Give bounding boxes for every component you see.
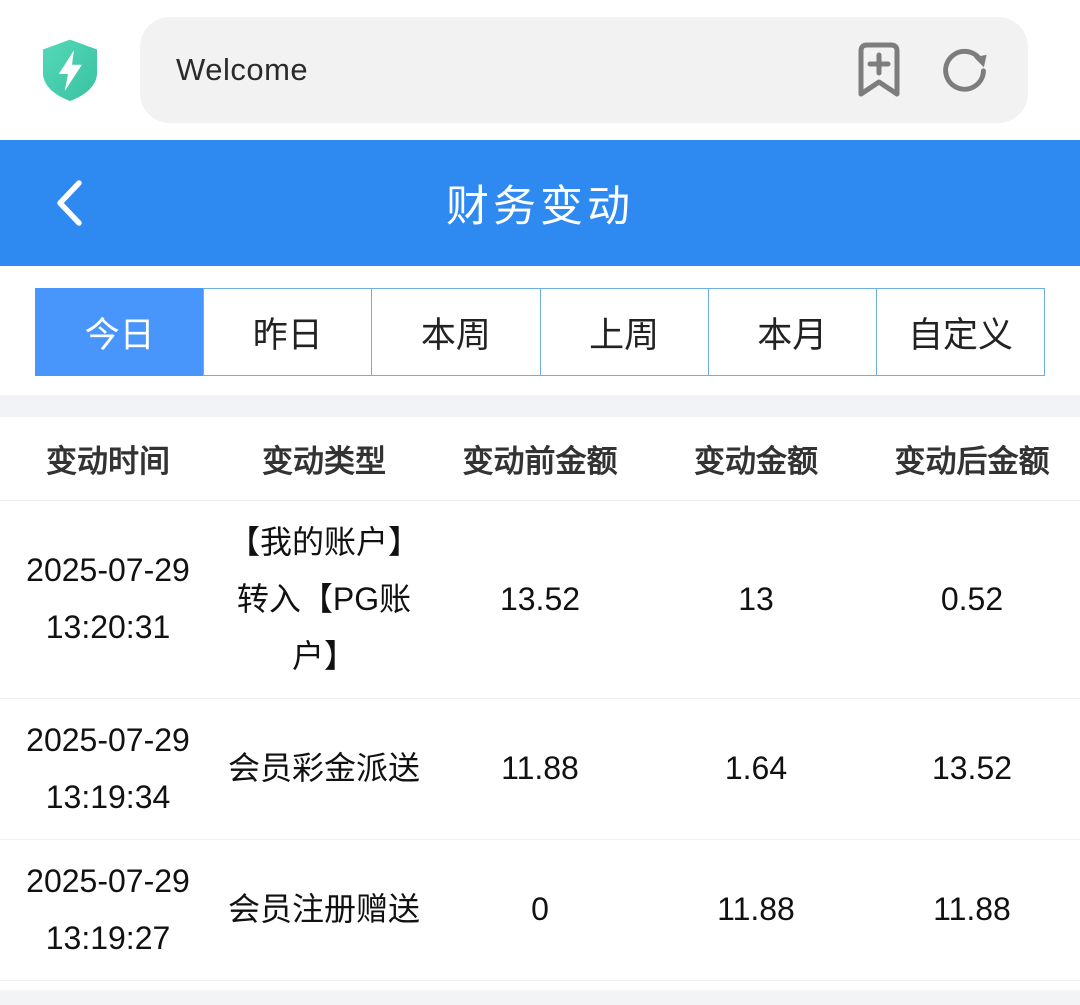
tab-this-month[interactable]: 本月 [708, 288, 877, 376]
change-date: 2025-07-29 [0, 853, 216, 910]
cell-change-type: 会员彩金派送 [216, 740, 432, 797]
change-clock: 13:20:31 [0, 599, 216, 656]
address-text: Welcome [176, 52, 854, 88]
table-row: 2025-07-29 13:20:31 【我的账户】转入【PG账户】 13.52… [0, 501, 1080, 699]
page-header: 财务变动 [0, 140, 1080, 266]
tab-yesterday[interactable]: 昨日 [203, 288, 372, 376]
security-shield-icon[interactable] [0, 37, 140, 103]
browser-actions [854, 41, 992, 99]
change-date: 2025-07-29 [0, 542, 216, 599]
tab-last-week[interactable]: 上周 [540, 288, 709, 376]
section-separator [0, 395, 1080, 417]
cell-amount-after: 11.88 [864, 881, 1080, 938]
date-filter-tabs: 今日 昨日 本周 上周 本月 自定义 [0, 266, 1080, 395]
cell-change-time: 2025-07-29 13:19:27 [0, 853, 216, 967]
col-header-change-type: 变动类型 [216, 436, 432, 481]
bottom-edge-band [0, 990, 1080, 1005]
tab-today[interactable]: 今日 [35, 288, 204, 376]
table-row: 2025-07-29 13:19:34 会员彩金派送 11.88 1.64 13… [0, 699, 1080, 840]
back-button[interactable] [34, 140, 104, 266]
col-header-amount-after: 变动后金额 [864, 436, 1080, 481]
page-title: 财务变动 [446, 172, 634, 234]
cell-change-type: 【我的账户】转入【PG账户】 [216, 514, 432, 685]
col-header-amount-before: 变动前金额 [432, 436, 648, 481]
cell-amount-before: 11.88 [432, 740, 648, 797]
cell-change-time: 2025-07-29 13:19:34 [0, 712, 216, 826]
cell-amount-after: 13.52 [864, 740, 1080, 797]
cell-change-amount: 1.64 [648, 740, 864, 797]
refresh-icon[interactable] [938, 43, 992, 97]
change-date: 2025-07-29 [0, 712, 216, 769]
page: Welcome 财务变动 今日 [0, 0, 1080, 1005]
back-chevron-icon [52, 177, 86, 229]
change-clock: 13:19:27 [0, 910, 216, 967]
cell-change-type: 会员注册赠送 [216, 881, 432, 938]
col-header-change-time: 变动时间 [0, 436, 216, 481]
cell-change-amount: 11.88 [648, 881, 864, 938]
table-row: 2025-07-29 13:19:27 会员注册赠送 0 11.88 11.88 [0, 840, 1080, 981]
cell-change-time: 2025-07-29 13:20:31 [0, 542, 216, 656]
cell-amount-before: 0 [432, 881, 648, 938]
cell-amount-after: 0.52 [864, 571, 1080, 628]
tab-custom[interactable]: 自定义 [876, 288, 1045, 376]
browser-toolbar: Welcome [0, 0, 1080, 140]
finance-change-table: 变动时间 变动类型 变动前金额 变动金额 变动后金额 2025-07-29 13… [0, 417, 1080, 990]
cell-amount-before: 13.52 [432, 571, 648, 628]
address-bar[interactable]: Welcome [140, 17, 1028, 123]
col-header-change-amount: 变动金额 [648, 436, 864, 481]
table-header-row: 变动时间 变动类型 变动前金额 变动金额 变动后金额 [0, 417, 1080, 501]
change-clock: 13:19:34 [0, 769, 216, 826]
cell-change-amount: 13 [648, 571, 864, 628]
shield-lightning-icon [37, 37, 103, 103]
tab-this-week[interactable]: 本周 [371, 288, 540, 376]
add-bookmark-icon[interactable] [854, 41, 904, 99]
